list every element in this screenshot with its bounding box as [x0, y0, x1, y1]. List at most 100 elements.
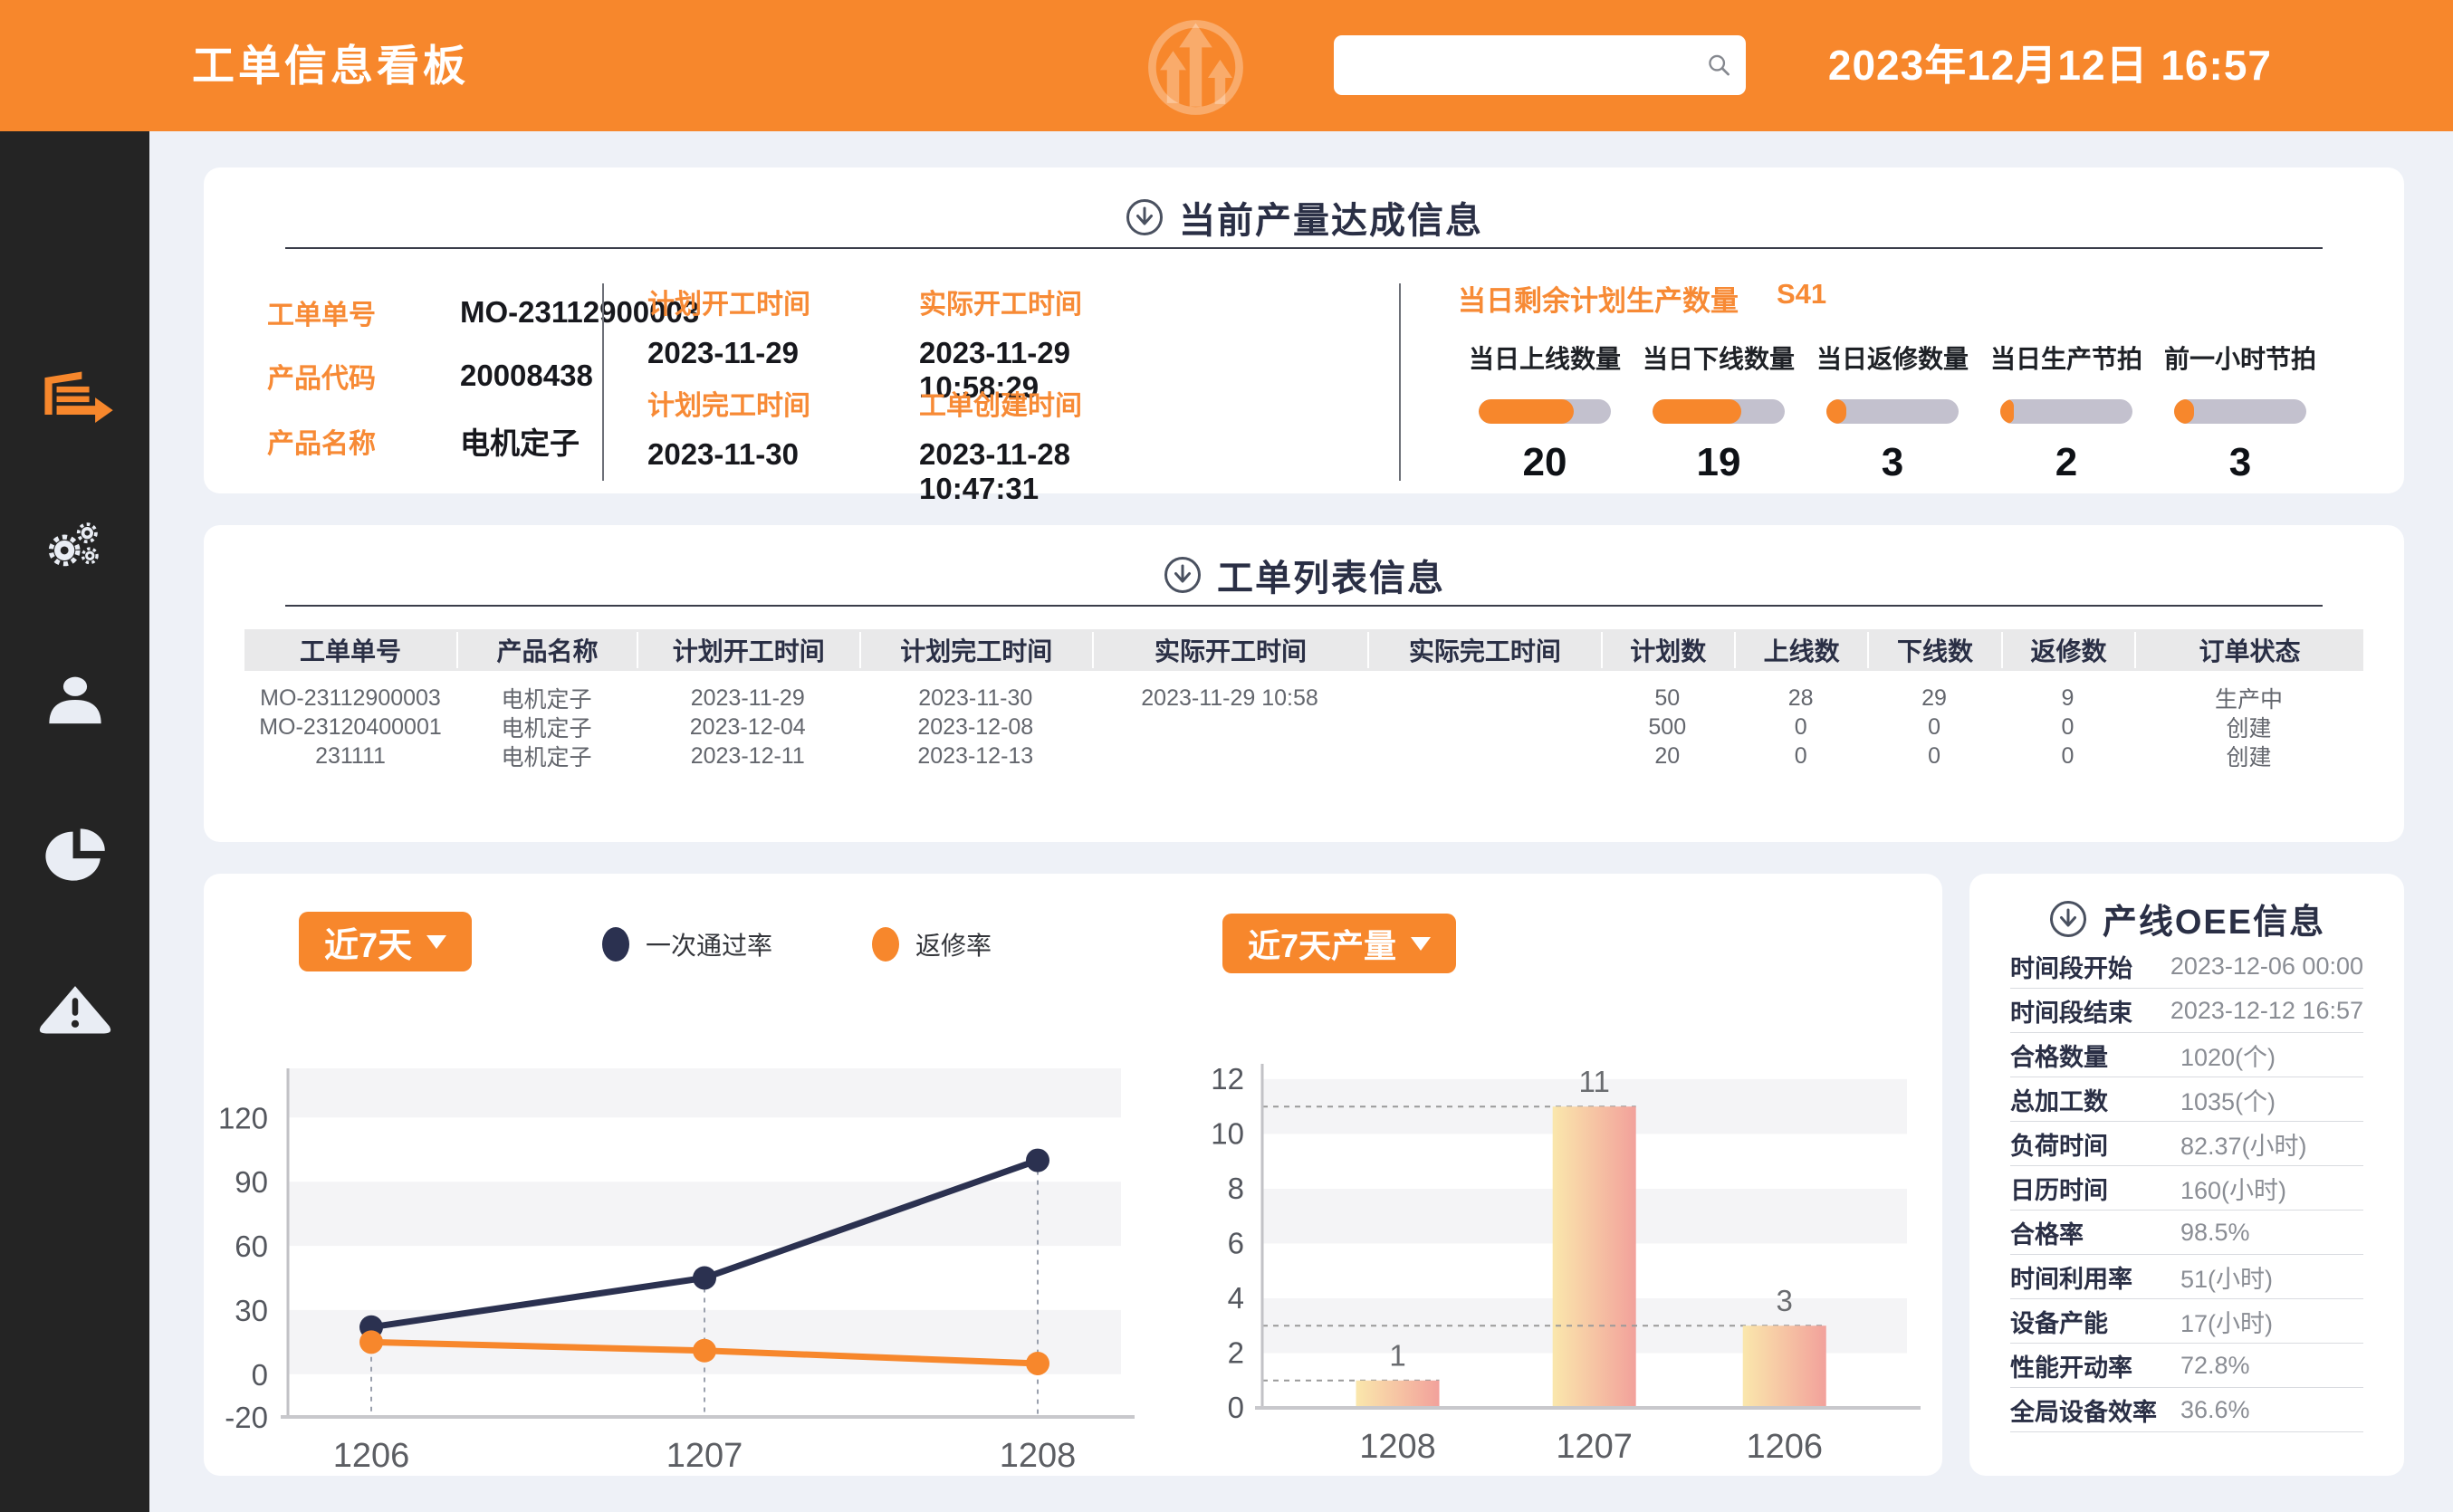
- sidebar-item-users[interactable]: [34, 659, 116, 741]
- card-title: 当前产量达成信息: [1179, 191, 1483, 244]
- daily-metric: 当日生产节拍 2: [1979, 340, 2153, 485]
- card-title-row: 工单列表信息: [204, 549, 2404, 601]
- table-cell: 2023-11-30: [859, 685, 1092, 712]
- table-cell: 2023-12-08: [859, 714, 1092, 741]
- search-icon[interactable]: [1705, 47, 1733, 83]
- table-cell: 0: [2001, 714, 2134, 741]
- oee-label: 总加工数: [2010, 1082, 2180, 1117]
- table-row: 231111电机定子2023-12-112023-12-1320000创建: [244, 742, 2363, 770]
- svg-text:1207: 1207: [1556, 1428, 1633, 1466]
- sidebar-nav: [0, 131, 149, 1512]
- bar-range-dropdown[interactable]: 近7天产量: [1222, 914, 1456, 973]
- svg-text:30: 30: [235, 1294, 268, 1327]
- oee-value: 82.37(小时): [2180, 1126, 2307, 1162]
- legend-label: 一次通过率: [646, 926, 772, 962]
- order-table: 工单单号产品名称计划开工时间计划完工时间实际开工时间实际完工时间计划数上线数下线…: [244, 629, 2363, 770]
- charts-card: 近7天 一次通过率 返修率 -200306090120120612071208 近…: [204, 874, 1942, 1476]
- metric-progress-fill: [1826, 399, 1846, 424]
- svg-text:6: 6: [1228, 1226, 1244, 1259]
- search-input[interactable]: [1352, 35, 1705, 95]
- time-label: 计划完工时间: [647, 383, 919, 423]
- sidebar-item-reports[interactable]: [34, 814, 116, 895]
- oee-label: 设备产能: [2010, 1304, 2180, 1339]
- table-cell: 20: [1601, 743, 1734, 770]
- table-cell: 2023-11-29: [637, 685, 859, 712]
- metric-progress-fill: [1653, 399, 1741, 424]
- field-value: 电机定子: [460, 419, 580, 463]
- line-chart-legend: 一次通过率 返修率: [602, 926, 992, 962]
- svg-text:90: 90: [235, 1165, 268, 1199]
- column-header: 实际开工时间: [1092, 632, 1367, 668]
- card-title-row: 当前产量达成信息: [204, 191, 2404, 244]
- sidebar-item-work-orders[interactable]: [34, 358, 116, 439]
- metric-label: 当日下线数量: [1643, 340, 1795, 376]
- metric-label: 当日返修数量: [1816, 340, 1969, 376]
- column-header: 返修数: [2001, 632, 2134, 668]
- oee-value: 51(小时): [2180, 1259, 2273, 1295]
- user-icon: [34, 666, 116, 733]
- work-order-field: 工单单号MO-23112900003: [267, 292, 699, 332]
- oee-row: 总加工数1035(个): [2010, 1077, 2363, 1122]
- column-header: 计划开工时间: [637, 632, 859, 668]
- field-value: 20008438: [460, 359, 593, 393]
- sidebar-item-settings[interactable]: [34, 504, 116, 586]
- oee-row: 时间利用率51(小时): [2010, 1255, 2363, 1299]
- oee-row: 合格率98.5%: [2010, 1211, 2363, 1255]
- oee-label: 性能开动率: [2010, 1348, 2180, 1383]
- field-label: 工单单号: [267, 292, 398, 332]
- field-label: 产品名称: [267, 421, 398, 461]
- svg-text:4: 4: [1228, 1281, 1244, 1315]
- divider: [1399, 283, 1401, 481]
- circled-down-arrow-icon: [2048, 899, 2088, 939]
- column-header: 工单单号: [244, 632, 456, 668]
- oee-label: 合格率: [2010, 1215, 2180, 1250]
- time-value: 2023-11-29: [647, 336, 919, 370]
- field-label: 产品代码: [267, 356, 398, 396]
- table-cell: 创建: [2134, 740, 2363, 772]
- table-cell: 电机定子: [456, 711, 637, 743]
- table-cell: 28: [1734, 685, 1867, 712]
- legend-item: 返修率: [872, 926, 992, 962]
- daily-metric: 当日上线数量20: [1458, 340, 1632, 485]
- metric-progress-track: [2000, 399, 2132, 424]
- pass-rate-line-chart: -200306090120120612071208: [288, 1068, 1121, 1417]
- gears-icon: [34, 512, 116, 579]
- column-header: 计划数: [1601, 632, 1734, 668]
- table-cell: 50: [1601, 685, 1734, 712]
- oee-value: 17(小时): [2180, 1304, 2273, 1339]
- pie-chart-icon: [34, 821, 116, 888]
- metric-label: 当日上线数量: [1469, 340, 1621, 376]
- metric-label: 前一小时节拍: [2164, 340, 2316, 376]
- line-range-dropdown[interactable]: 近7天: [299, 912, 472, 971]
- svg-text:1206: 1206: [1746, 1428, 1823, 1466]
- bar-range-label: 近7天产量: [1248, 920, 1396, 967]
- svg-text:1: 1: [1389, 1339, 1405, 1373]
- svg-text:1206: 1206: [333, 1437, 410, 1475]
- metric-progress-track: [1826, 399, 1959, 424]
- table-row: MO-23112900003电机定子2023-11-292023-11-3020…: [244, 684, 2363, 713]
- legend-item: 一次通过率: [602, 926, 772, 962]
- metric-label: 当日生产节拍: [1990, 340, 2142, 376]
- oee-value: 2023-12-06 00:00: [2170, 952, 2363, 981]
- oee-label: 时间利用率: [2010, 1259, 2180, 1295]
- metric-value: 2: [2055, 440, 2077, 485]
- current-production-card: 当前产量达成信息 工单单号MO-23112900003 产品代码 20008438 产…: [204, 167, 2404, 493]
- column-header: 产品名称: [456, 632, 637, 668]
- oee-value: 36.6%: [2180, 1396, 2250, 1424]
- oee-value: 160(小时): [2180, 1171, 2286, 1206]
- svg-text:10: 10: [1211, 1116, 1244, 1150]
- column-header: 计划完工时间: [859, 632, 1092, 668]
- oee-card: 产线OEE信息 时间段开始2023-12-06 00:00时间段结束2023-1…: [1969, 874, 2404, 1476]
- chevron-down-icon: [1411, 937, 1431, 951]
- table-cell: 2023-12-04: [637, 714, 859, 741]
- dashboard-screen: 工单信息看板 2023年12月12日 16:57: [0, 0, 2453, 1512]
- oee-row: 时间段结束2023-12-12 16:57: [2010, 989, 2363, 1033]
- oee-row: 性能开动率72.8%: [2010, 1344, 2363, 1388]
- svg-text:3: 3: [1777, 1284, 1793, 1317]
- logo-icon: [1139, 11, 1252, 124]
- oee-value: 98.5%: [2180, 1219, 2250, 1247]
- sidebar-item-alerts[interactable]: [34, 966, 116, 1048]
- order-table-header: 工单单号产品名称计划开工时间计划完工时间实际开工时间实际完工时间计划数上线数下线…: [244, 629, 2363, 671]
- svg-text:60: 60: [235, 1230, 268, 1263]
- table-cell: 2023-12-11: [637, 743, 859, 770]
